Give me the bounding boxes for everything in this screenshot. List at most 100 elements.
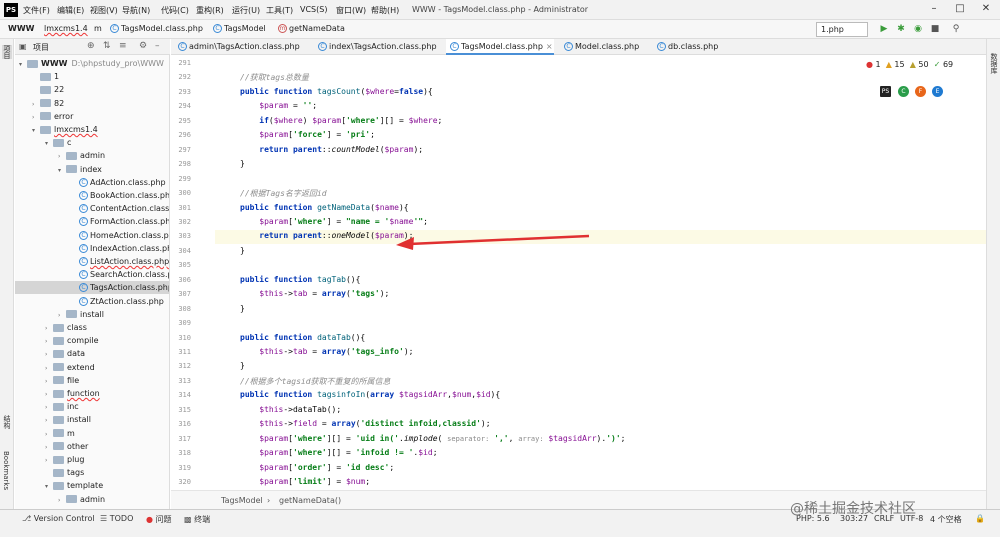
tree-item[interactable]: ▾ template — [15, 479, 169, 493]
chevron-right-icon[interactable]: › — [58, 150, 66, 163]
tree-item[interactable]: C AdAction.class.php — [15, 176, 169, 189]
phpstorm-browser-icon[interactable]: PS — [880, 86, 891, 97]
breadcrumb-method[interactable]: m getNameData — [278, 24, 345, 33]
tree-item[interactable]: tags — [15, 466, 169, 479]
version-control-tab[interactable]: ⎇ Version Control — [22, 514, 95, 523]
breadcrumb-root[interactable]: WWW — [8, 24, 34, 33]
menu-item-6[interactable]: 运行(U) — [232, 5, 260, 16]
chevron-right-icon[interactable]: › — [45, 388, 53, 401]
problems-tab[interactable]: ● 问题 — [146, 514, 172, 525]
chevron-right-icon[interactable]: › — [45, 428, 53, 441]
chevron-down-icon[interactable]: ▾ — [45, 480, 53, 493]
chevron-right-icon[interactable]: › — [45, 441, 53, 454]
tree-item[interactable]: C IndexAction.class.php — [15, 242, 169, 255]
tree-item[interactable]: › data — [15, 347, 169, 361]
collapse-all-icon[interactable]: ≡ — [119, 41, 127, 51]
project-panel-title[interactable]: 项目 — [33, 42, 49, 53]
chevron-right-icon[interactable]: › — [45, 335, 53, 348]
menu-item-1[interactable]: 编辑(E) — [57, 5, 84, 16]
editor-tab[interactable]: Cadmin\TagsAction.class.php — [174, 39, 308, 55]
terminal-tab[interactable]: ▩ 终端 — [184, 514, 210, 525]
code-editor[interactable]: 291 292 293 294 295 296 297 298 299 300 301 302 303 3… — [171, 55, 986, 490]
chevron-right-icon[interactable]: › — [58, 494, 66, 507]
firefox-icon[interactable]: F — [915, 86, 926, 97]
editor-crumb-class[interactable]: TagsModel — [221, 496, 263, 505]
menu-item-2[interactable]: 视图(V) — [90, 5, 118, 16]
project-tool-label[interactable]: 项目 — [2, 45, 12, 59]
tree-item[interactable]: › m — [15, 427, 169, 441]
tree-item[interactable]: C TagsAction.class.php — [15, 281, 169, 295]
editor-tab[interactable]: C TagsModel.class.php × — [446, 39, 554, 55]
tree-item[interactable]: ▾ c — [15, 136, 169, 150]
tree-item[interactable]: ▾ lmxcms1.4 — [15, 123, 169, 137]
tree-item[interactable]: 1 — [15, 70, 169, 83]
tree-item[interactable]: C ZtAction.class.php — [15, 295, 169, 308]
indent-setting[interactable]: 4 个空格 — [930, 514, 962, 525]
breadcrumb-project[interactable]: lmxcms1.4 — [44, 24, 88, 33]
run-icon[interactable]: ▶ — [878, 23, 890, 35]
tree-item[interactable]: › plug — [15, 453, 169, 467]
tree-item[interactable]: › admin — [15, 149, 169, 163]
menu-item-3[interactable]: 导航(N) — [122, 5, 150, 16]
tree-item[interactable]: › 82 — [15, 97, 169, 110]
breadcrumb-class[interactable]: C TagsModel — [213, 24, 266, 33]
tree-item[interactable]: CSearchAction.class.php — [15, 268, 169, 281]
chevron-right-icon[interactable]: › — [45, 401, 53, 414]
gear-icon[interactable]: ⚙ — [139, 41, 147, 51]
chevron-right-icon[interactable]: › — [45, 362, 53, 375]
stop-icon[interactable]: ■ — [929, 23, 941, 35]
menu-item-9[interactable]: 窗口(W) — [336, 5, 366, 16]
menu-item-5[interactable]: 重构(R) — [196, 5, 224, 16]
chevron-right-icon[interactable]: › — [45, 375, 53, 388]
breadcrumb-file[interactable]: C TagsModel.class.php — [110, 24, 203, 33]
coverage-icon[interactable]: ◉ — [912, 23, 924, 35]
tree-item[interactable]: C FormAction.class.php — [15, 215, 169, 228]
tree-item[interactable]: ▾ WWW D:\phpstudy_pro\WWW — [15, 57, 169, 71]
tree-item[interactable]: › class — [15, 321, 169, 335]
minimize-icon[interactable]: – — [924, 3, 944, 14]
chevron-down-icon[interactable]: ▾ — [58, 164, 66, 177]
todo-tab[interactable]: ☰ TODO — [100, 514, 133, 523]
tree-item[interactable]: ▾ index — [15, 163, 169, 177]
tree-item[interactable]: › admin — [15, 493, 169, 507]
tree-item[interactable]: › function — [15, 387, 169, 401]
chrome-icon[interactable]: C — [898, 86, 909, 97]
editor-tab[interactable]: C Model.class.php — [560, 39, 647, 55]
tree-item[interactable]: › extend — [15, 361, 169, 375]
tree-item[interactable]: › compile — [15, 334, 169, 348]
edge-icon[interactable]: E — [932, 86, 943, 97]
tree-item[interactable]: › install — [15, 308, 169, 322]
menu-item-10[interactable]: 帮助(H) — [371, 5, 399, 16]
chevron-down-icon[interactable]: ▾ — [45, 137, 53, 150]
chevron-down-icon[interactable]: ▾ — [19, 58, 27, 71]
tree-item[interactable]: › inc — [15, 400, 169, 414]
expand-all-icon[interactable]: ⇅ — [103, 41, 111, 51]
menu-item-7[interactable]: 工具(T) — [266, 5, 293, 16]
tree-item[interactable]: › install — [15, 413, 169, 427]
chevron-down-icon[interactable]: ▾ — [32, 124, 40, 137]
chevron-right-icon[interactable]: › — [45, 322, 53, 335]
maximize-icon[interactable]: □ — [950, 3, 970, 14]
chevron-right-icon[interactable]: › — [45, 454, 53, 467]
chevron-right-icon[interactable]: › — [58, 309, 66, 322]
tree-item[interactable]: C HomeAction.class.php — [15, 229, 169, 242]
menu-item-8[interactable]: VCS(S) — [300, 5, 327, 14]
hide-panel-icon[interactable]: – — [155, 41, 160, 51]
close-tab-icon[interactable]: × — [546, 42, 553, 51]
tree-item[interactable]: › error — [15, 110, 169, 123]
lock-icon[interactable]: 🔒 — [975, 514, 985, 523]
chevron-right-icon[interactable]: › — [45, 414, 53, 427]
locate-icon[interactable]: ⊕ — [87, 41, 95, 51]
run-config-select[interactable]: 1.php — [816, 22, 868, 37]
editor-tab[interactable]: Cdb.class.php — [653, 39, 731, 55]
chevron-right-icon[interactable]: › — [45, 348, 53, 361]
tree-item[interactable]: › file — [15, 374, 169, 388]
breadcrumb-m[interactable]: m — [94, 24, 102, 33]
tree-item[interactable]: C BookAction.class.php — [15, 189, 169, 202]
close-icon[interactable]: ✕ — [976, 3, 996, 14]
tree-item[interactable]: C ListAction.class.php — [15, 255, 169, 268]
debug-icon[interactable]: ✱ — [895, 23, 907, 35]
tree-item[interactable]: › other — [15, 440, 169, 454]
editor-crumb-method[interactable]: getNameData() — [279, 496, 341, 505]
inspection-widget[interactable]: ● 1 ▲ 15 ▲ 50 ✓ 69 — [866, 60, 953, 69]
